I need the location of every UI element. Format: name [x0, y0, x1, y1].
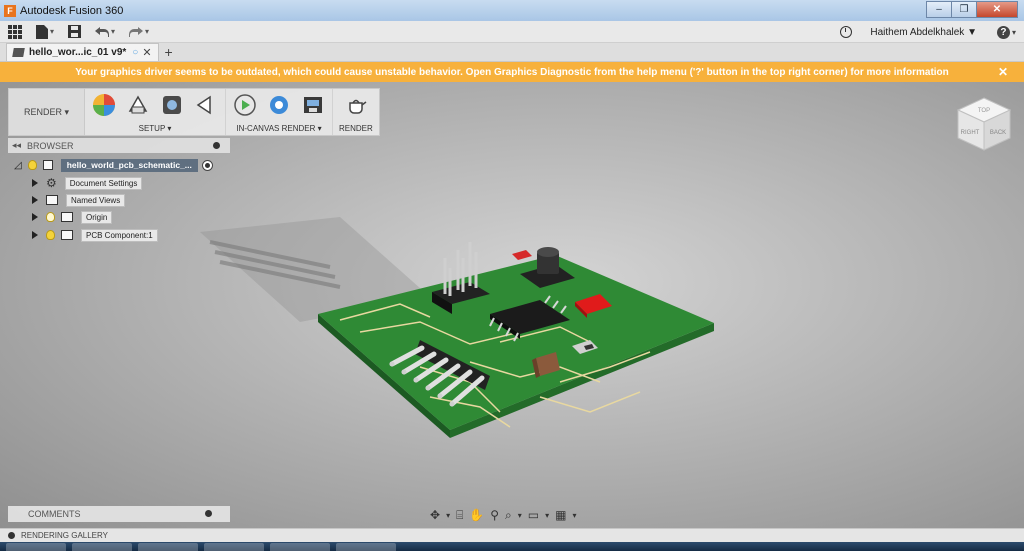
in-canvas-render-group-label[interactable]: IN-CANVAS RENDER ▾ [236, 124, 321, 133]
save-icon[interactable] [68, 25, 82, 38]
appearance-icon[interactable] [91, 92, 117, 118]
browser-title: BROWSER [27, 140, 74, 151]
render-settings-gear-icon[interactable] [266, 92, 292, 118]
browser-item-pcb-component[interactable]: PCB Component:1 [32, 228, 158, 242]
rendering-gallery-label: RENDERING GALLERY [21, 531, 108, 540]
window-title: Autodesk Fusion 360 [20, 4, 124, 17]
taskbar-item[interactable] [336, 543, 396, 551]
display-settings-icon[interactable]: ▭ [528, 508, 539, 522]
data-panel-grid-icon[interactable] [8, 24, 22, 39]
rendering-gallery-bar[interactable]: RENDERING GALLERY [0, 528, 1024, 542]
browser-item-label: PCB Component:1 [81, 228, 158, 242]
fusion-logo-icon: F [4, 4, 16, 17]
taskbar-item[interactable] [270, 543, 330, 551]
in-canvas-render-group: IN-CANVAS RENDER ▾ [226, 89, 333, 135]
component-icon [42, 160, 53, 170]
grid-settings-icon[interactable]: ▦ [555, 508, 566, 522]
browser-header[interactable]: ◂◂ BROWSER [8, 138, 230, 153]
gear-icon: ⚙ [46, 176, 57, 190]
window-controls: – ❐ ✕ [926, 1, 1018, 18]
activate-component-radio[interactable] [201, 159, 213, 171]
browser-item-label: Document Settings [64, 176, 143, 190]
render-toolbar: RENDER ▾ SETUP ▾ IN-CANVAS RENDER ▾ REND… [8, 88, 380, 136]
file-menu-icon[interactable]: ▾ [36, 24, 54, 39]
visibility-bulb-icon[interactable] [46, 230, 55, 240]
document-cube-icon [12, 48, 25, 57]
sync-status-icon: ○ [132, 47, 139, 58]
setup-group: SETUP ▾ [85, 89, 226, 135]
warning-message: Your graphics driver seems to be outdate… [75, 66, 949, 78]
expand-triangle-icon[interactable] [32, 213, 38, 221]
navigation-bar: ✥ ▾ ⌸ ✋ ⚲ ⌕ ▾ ▭ ▾ ▦ ▾ [430, 507, 577, 523]
fit-icon[interactable]: ⌕ [505, 508, 512, 523]
dismiss-warning-button[interactable]: ✕ [998, 65, 1008, 79]
workspace-switcher[interactable]: RENDER ▾ [9, 89, 85, 135]
orbit-icon[interactable]: ✥ [430, 508, 440, 522]
taskbar-item[interactable] [138, 543, 198, 551]
help-icon[interactable]: ? [996, 25, 1010, 39]
taskbar-item[interactable] [6, 543, 66, 551]
viewcube-right-label: RIGHT [961, 130, 980, 136]
render-group-label[interactable]: RENDER [339, 124, 373, 133]
maximize-button[interactable]: ❐ [951, 1, 977, 18]
expand-triangle-icon[interactable] [32, 231, 38, 239]
document-tab-bar: hello_wor...ic_01 v9* ○ ✕ + [0, 43, 1024, 62]
browser-item-label: Named Views [66, 193, 126, 207]
browser-pin-icon[interactable] [213, 142, 220, 149]
browser-item-origin[interactable]: Origin [32, 210, 113, 224]
visibility-bulb-icon[interactable] [46, 212, 55, 222]
document-tab-label: hello_wor...ic_01 v9* [29, 47, 127, 58]
user-account-menu[interactable]: Haithem Abdelkhalek ▼ [870, 27, 977, 38]
in-canvas-render-icon[interactable] [232, 92, 258, 118]
visibility-bulb-icon[interactable] [27, 160, 37, 170]
setup-group-label[interactable]: SETUP ▾ [139, 124, 172, 133]
taskbar-item[interactable] [72, 543, 132, 551]
expand-triangle-icon[interactable] [32, 179, 38, 187]
browser-item-label: Origin [81, 210, 113, 224]
folder-icon [61, 212, 73, 222]
comments-label: COMMENTS [28, 509, 81, 519]
look-at-icon[interactable]: ⌸ [456, 508, 463, 523]
browser-item-document-settings[interactable]: ⚙ Document Settings [32, 176, 143, 190]
viewcube-top-label: TOP [978, 108, 990, 114]
gallery-toggle-icon[interactable] [8, 532, 15, 539]
application-bar: ▾ ▾ ▾ Haithem Abdelkhalek ▼ ? ▾ [0, 21, 1024, 43]
expand-triangle-icon[interactable] [32, 196, 38, 204]
redo-icon[interactable]: ▾ [129, 26, 149, 37]
browser-panel: ◂◂ BROWSER [8, 138, 230, 153]
help-dropdown-chevron-icon[interactable]: ▾ [1012, 28, 1016, 37]
undo-icon[interactable]: ▾ [95, 26, 115, 37]
collapse-triangle-icon[interactable]: ◿ [14, 160, 22, 171]
render-group: RENDER [333, 89, 379, 135]
decal-icon[interactable] [193, 92, 219, 118]
minimize-button[interactable]: – [926, 1, 952, 18]
render-teapot-icon[interactable] [343, 92, 369, 118]
physical-material-icon[interactable] [125, 92, 151, 118]
windows-taskbar [0, 542, 1024, 551]
canvas-viewport[interactable]: RENDER ▾ SETUP ▾ IN-CANVAS RENDER ▾ REND… [0, 82, 1024, 528]
title-bar: F Autodesk Fusion 360 – ❐ ✕ [0, 0, 1024, 21]
viewcube-back-label: BACK [990, 130, 1006, 136]
scene-settings-icon[interactable] [159, 92, 185, 118]
comments-panel[interactable]: COMMENTS [8, 506, 230, 522]
folder-icon [46, 195, 58, 205]
browser-item-named-views[interactable]: Named Views [32, 193, 126, 207]
close-tab-button[interactable]: ✕ [142, 46, 151, 59]
root-component-label[interactable]: hello_world_pcb_schematic_... [60, 158, 198, 172]
zoom-icon[interactable]: ⚲ [490, 508, 499, 522]
collapse-browser-icon[interactable]: ◂◂ [12, 140, 21, 151]
document-tab[interactable]: hello_wor...ic_01 v9* ○ ✕ [6, 43, 159, 61]
viewcube-icon[interactable]: TOP RIGHT BACK [954, 96, 1014, 152]
close-window-button[interactable]: ✕ [976, 1, 1018, 18]
graphics-driver-warning-banner: Your graphics driver seems to be outdate… [0, 62, 1024, 82]
comments-pin-icon[interactable] [205, 510, 212, 517]
job-status-clock-icon[interactable] [840, 26, 853, 38]
capture-image-icon[interactable] [300, 92, 326, 118]
pan-hand-icon[interactable]: ✋ [469, 508, 484, 522]
taskbar-item[interactable] [204, 543, 264, 551]
new-tab-button[interactable]: + [165, 43, 173, 61]
browser-root-node[interactable]: ◿ hello_world_pcb_schematic_... [14, 158, 213, 172]
component-icon [61, 230, 73, 240]
